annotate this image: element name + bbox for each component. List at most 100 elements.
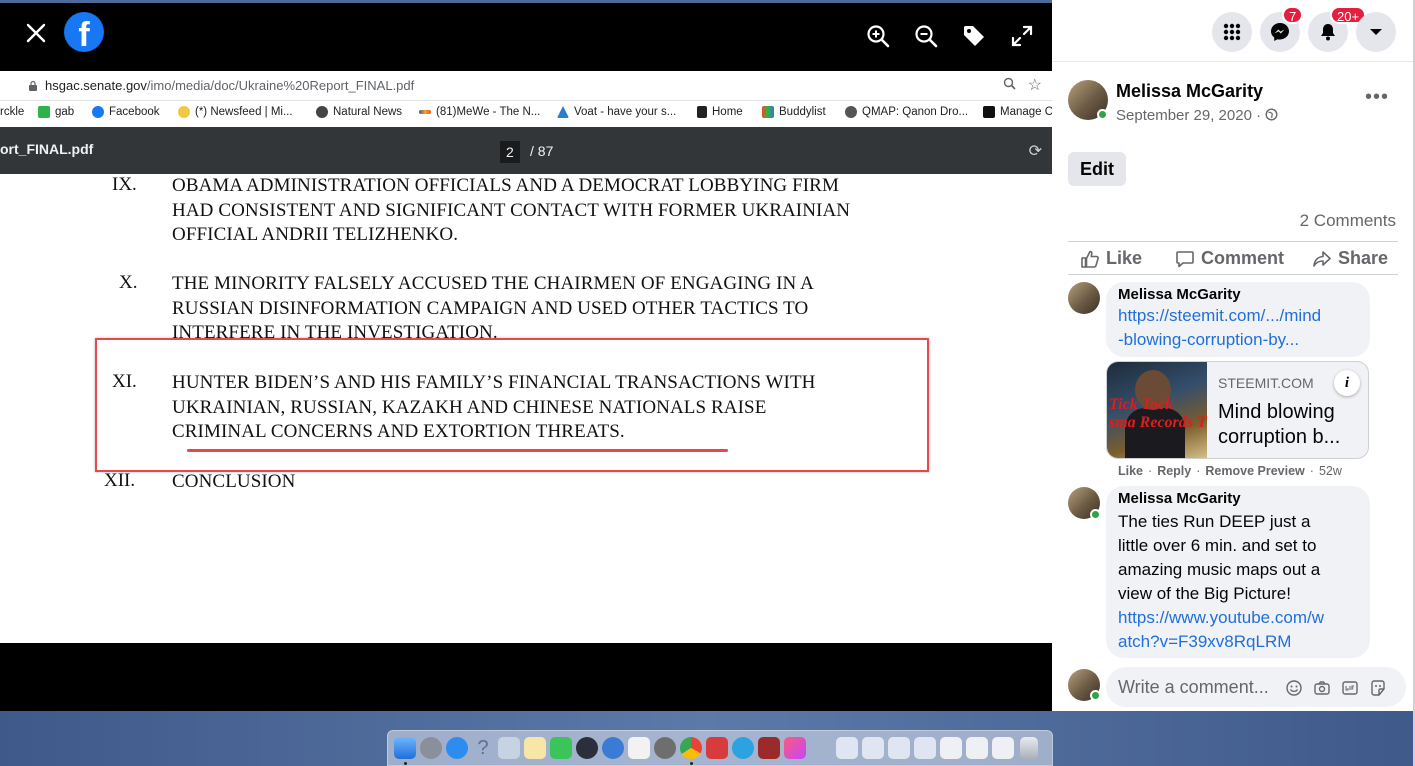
photo-content: hsgac.senate.gov/imo/media/doc/Ukraine%2… [0,71,1052,643]
safari-icon[interactable] [446,737,468,759]
thumbs-up-icon [1081,250,1099,268]
remove-preview-link[interactable]: Remove Preview [1205,464,1304,478]
bookmark-item: gab [38,106,74,118]
dock-indicator [404,762,407,765]
account-button[interactable] [1356,12,1396,52]
dock-document-icon[interactable] [940,737,962,759]
more-options-icon[interactable]: ••• [1365,86,1389,109]
post-date[interactable]: September 29, 2020 · [1116,107,1278,124]
bookmarks-bar: rckle gab Facebook (*) Newsfeed | Mi... … [0,101,1052,125]
comment-age[interactable]: 52w [1319,464,1342,478]
voat-icon [557,106,569,118]
online-indicator [1097,109,1108,120]
grid-icon [1223,23,1241,41]
privacy-globe-icon [1265,108,1278,121]
notifications-button[interactable]: 20+ [1308,6,1367,52]
comment-placeholder: Write a comment... [1118,677,1269,697]
photo-app-icon[interactable] [758,737,780,759]
music-icon[interactable] [784,737,806,759]
finder-icon[interactable] [394,737,416,759]
dock-document-icon[interactable] [992,737,1014,759]
dock: ? [387,730,1053,766]
rotate-icon: ⟳ [1028,143,1042,160]
edit-button[interactable]: Edit [1068,152,1126,186]
help-icon[interactable]: ? [472,737,494,759]
post-author[interactable]: Melissa McGarity [1116,81,1263,102]
dock-indicator [690,762,693,765]
bookmark-item: QMAP: Qanon Dro... [845,106,968,118]
comment-meta: Like · Reply · Remove Preview · 52w [1118,464,1342,478]
notes-icon[interactable] [524,737,546,759]
bookmark-item: (81)MeWe - The N... [419,106,540,118]
pdf-page-total: / 87 [530,143,554,159]
comment-link[interactable]: https://steemit.com/.../mind -blowing-co… [1118,304,1321,352]
gif-icon[interactable] [1341,679,1359,697]
close-icon[interactable] [22,19,50,47]
comment-reply-link[interactable]: Reply [1157,464,1191,478]
messenger-button[interactable]: 7 [1260,6,1304,52]
avatar[interactable] [1068,282,1100,314]
messenger-badge: 7 [1282,6,1304,24]
address-bar: hsgac.senate.gov/imo/media/doc/Ukraine%2… [0,71,1052,101]
telegram-icon[interactable] [732,737,754,759]
post-actions: Like Comment Share [1068,241,1398,275]
bell-icon [1321,24,1335,41]
zoom-in-icon[interactable] [865,23,891,49]
like-button[interactable]: Like [1080,248,1142,269]
comment-icon [1176,250,1194,267]
facebook-logo[interactable]: f [64,12,104,52]
preview-image: Tick Tock sma Records T [1107,362,1207,458]
menu-button[interactable] [1212,12,1252,52]
fullscreen-icon[interactable] [1009,23,1035,49]
comment-author[interactable]: Melissa McGarity [1118,286,1241,303]
pdf-filename: ort_FINAL.pdf [0,141,94,157]
section-number: IX. [112,174,137,195]
star-icon: ☆ [1027,77,1042,94]
comment-bubble: Melissa McGarity The ties Run DEEP just … [1106,486,1370,658]
dock-window-icon[interactable] [836,737,858,759]
dock-window-icon[interactable] [862,737,884,759]
launchpad-icon[interactable] [420,737,442,759]
comment-author[interactable]: Melissa McGarity [1118,490,1241,507]
tag-icon[interactable] [961,23,987,49]
section-number: X. [119,272,138,293]
sticker-icon[interactable] [1369,679,1387,697]
section-text: HUNTER BIDEN’S AND HIS FAMILY’S FINANCIA… [172,372,816,442]
comment-button[interactable]: Comment [1175,248,1284,269]
camera-icon[interactable] [1313,679,1331,697]
quicktime-icon[interactable] [576,737,598,759]
photo-viewer: f hsgac.senate.gov/imo/media/doc/Ukraine… [0,3,1052,711]
preview-app-icon[interactable] [498,737,520,759]
chrome-icon[interactable] [680,737,702,759]
emoji-icon[interactable] [1285,679,1303,697]
link-preview[interactable]: Tick Tock sma Records T STEEMIT.COM Mind … [1106,361,1369,459]
facebook-icon [92,106,104,118]
comment-input[interactable]: Write a comment... [1106,667,1406,707]
comment-count[interactable]: 2 Comments [1300,211,1396,231]
zoom-out-icon[interactable] [913,23,939,49]
bookmark-item: Natural News [316,106,402,118]
trash-icon[interactable] [1020,737,1038,759]
bookmark-item: (*) Newsfeed | Mi... [178,106,293,118]
share-button[interactable]: Share [1312,248,1388,269]
bookmark-item: Facebook [92,106,160,118]
comment-link[interactable]: https://www.youtube.com/w atch?v=F39xv8R… [1118,606,1324,654]
comment-like-link[interactable]: Like [1118,464,1143,478]
messenger-icon [1271,23,1289,41]
chat-icon[interactable] [602,737,624,759]
comment-bubble: Melissa McGarity https://steemit.com/...… [1106,282,1370,357]
dock-window-icon[interactable] [914,737,936,759]
system-preferences-icon[interactable] [654,737,676,759]
info-icon[interactable]: i [1334,370,1360,396]
dock-document-icon[interactable] [966,737,988,759]
textedit-icon[interactable] [628,737,650,759]
post-panel: 7 20+ Melissa McGarity September 29, 202… [1052,0,1413,711]
header-icons: 7 20+ [1052,0,1413,62]
buddylist-icon [762,106,774,118]
messages-icon[interactable] [550,737,572,759]
amazon-icon [983,106,995,118]
dock-window-icon[interactable] [888,737,910,759]
photo-booth-icon[interactable] [706,737,728,759]
viewer-toolbar: f [0,3,1052,71]
section-number: XII. [104,470,136,491]
